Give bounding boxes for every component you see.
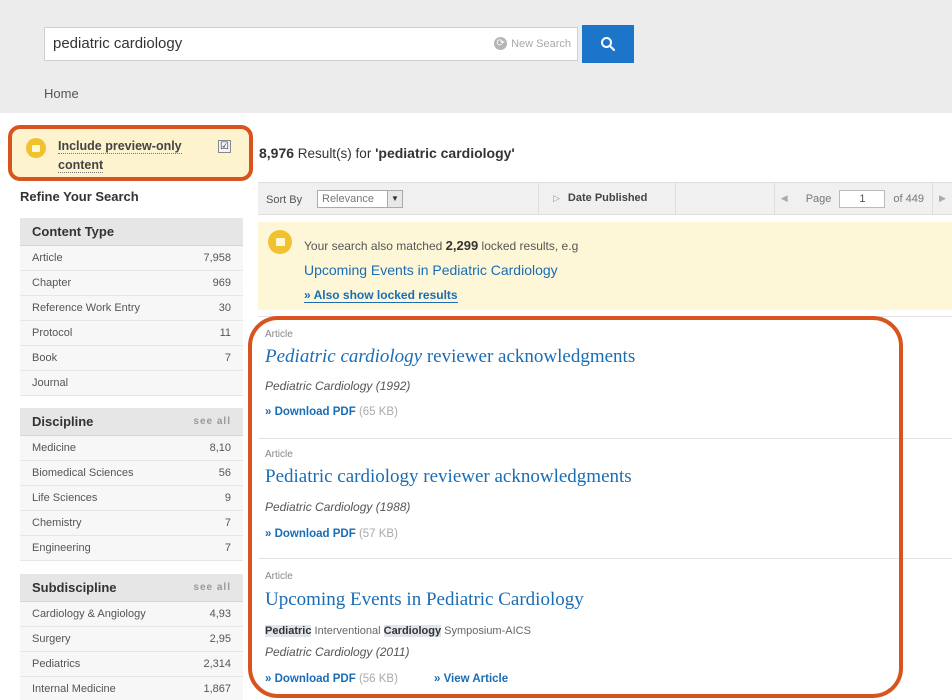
result-source: Pediatric Cardiology (2011) (265, 645, 410, 659)
refresh-icon: ⟳ (494, 37, 508, 50)
facet-row[interactable]: Internal Medicine 1,867 (20, 677, 243, 700)
facet-row[interactable]: Chemistry 7 (20, 511, 243, 536)
result-item: Article Pediatric cardiology reviewer ac… (258, 316, 952, 438)
download-pdf-link[interactable]: » Download PDF (57 KB) (265, 528, 398, 540)
page-input[interactable]: 1 (839, 189, 886, 208)
facet-row[interactable]: Cardiology & Angiology 4,93 (20, 602, 243, 627)
result-type: Article (265, 449, 293, 460)
facet-row[interactable]: Medicine 8,10 (20, 436, 243, 461)
locked-example-link[interactable]: Upcoming Events in Pediatric Cardiology (304, 262, 558, 278)
sort-bar: Sort By Relevance ▼ ▷ Date Published ◀ Pag… (258, 182, 952, 215)
results-number: 8,976 (259, 145, 295, 161)
sort-label: Sort By (266, 194, 303, 206)
result-title-link[interactable]: Pediatric cardiology reviewer acknowledg… (265, 466, 632, 488)
facet-row[interactable]: Article 7,958 (20, 246, 243, 271)
result-source: Pediatric Cardiology (1992) (265, 379, 411, 393)
locked-results-notice: Your search also matched 2,299 locked re… (258, 222, 952, 310)
search-icon (601, 37, 616, 52)
prev-page-button[interactable]: ◀ (773, 183, 794, 214)
result-type: Article (265, 329, 293, 340)
pagination: ◀ Page 1 of 449 ▶ (773, 183, 952, 214)
page-total: of 449 (893, 192, 924, 205)
new-search-button[interactable]: ⟳ New Search (494, 37, 571, 50)
facet-header: Content Type (20, 218, 243, 246)
sort-arrow-icon: ▷ (553, 193, 560, 203)
facet-row[interactable]: Protocol 11 (20, 321, 243, 346)
facet-row[interactable]: Pediatrics 2,314 (20, 652, 243, 677)
facet-row[interactable]: Engineering 7 (20, 536, 243, 561)
search-box: ⟳ New Search (44, 27, 578, 61)
date-published-sort[interactable]: ▷ Date Published (538, 183, 676, 214)
download-pdf-link[interactable]: » Download PDF (56 KB) (265, 673, 398, 685)
page-label: Page (805, 192, 832, 205)
result-title-link[interactable]: Pediatric cardiology reviewer acknowledg… (265, 346, 635, 368)
facet-discipline: Discipline see all Medicine 8,10 Biomedica… (20, 408, 243, 561)
result-source: Pediatric Cardiology (1988) (265, 500, 411, 514)
result-title-link[interactable]: Upcoming Events in Pediatric Cardiology (265, 589, 584, 611)
search-input[interactable] (53, 35, 473, 52)
facet-row[interactable]: Life Sciences 9 (20, 486, 243, 511)
facet-content-type: Content Type Article 7,958 Chapter 969 Ref… (20, 218, 243, 396)
refine-title: Refine Your Search (20, 189, 139, 204)
download-pdf-link[interactable]: » Download PDF (65 KB) (265, 406, 398, 418)
search-button[interactable] (582, 25, 634, 63)
facet-row[interactable]: Biomedical Sciences 56 (20, 461, 243, 486)
chevron-down-icon: ▼ (387, 191, 402, 207)
result-item: Article Pediatric cardiology reviewer ac… (258, 438, 952, 558)
facet-row[interactable]: Chapter 969 (20, 271, 243, 296)
view-article-link[interactable]: » View Article (434, 673, 508, 685)
see-all-link[interactable]: see all (193, 574, 231, 602)
header-bar: ⟳ New Search Home (0, 0, 952, 113)
facet-row[interactable]: Journal (20, 371, 243, 396)
result-snippet: Pediatric Interventional Cardiology Symp… (265, 625, 531, 637)
facet-row[interactable]: Book 7 (20, 346, 243, 371)
result-type: Article (265, 571, 293, 582)
preview-only-toggle[interactable]: Include preview-only content ☑ (8, 125, 253, 181)
facet-row[interactable]: Reference Work Entry 30 (20, 296, 243, 321)
new-search-label: New Search (511, 37, 571, 50)
facet-subdiscipline: Subdiscipline see all Cardiology & Angiol… (20, 574, 243, 700)
locked-results-text: Your search also matched 2,299 locked re… (304, 238, 579, 253)
result-item: Article Upcoming Events in Pediatric Car… (258, 558, 952, 700)
preview-only-label[interactable]: Include preview-only content (58, 137, 198, 175)
lock-icon (26, 138, 46, 158)
sort-select[interactable]: Relevance ▼ (317, 190, 403, 208)
see-all-link[interactable]: see all (193, 408, 231, 436)
next-page-button[interactable]: ▶ (932, 183, 952, 214)
lock-icon (268, 230, 292, 254)
preview-only-checkbox[interactable]: ☑ (218, 140, 231, 153)
show-locked-results-link[interactable]: » Also show locked results (304, 289, 458, 303)
facet-row[interactable]: Surgery 2,95 (20, 627, 243, 652)
results-query: 'pediatric cardiology' (375, 145, 515, 161)
facet-header: Subdiscipline see all (20, 574, 243, 602)
facet-header: Discipline see all (20, 408, 243, 436)
breadcrumb-home[interactable]: Home (44, 86, 79, 101)
results-count: 8,976 Result(s) for 'pediatric cardiolog… (259, 145, 515, 161)
